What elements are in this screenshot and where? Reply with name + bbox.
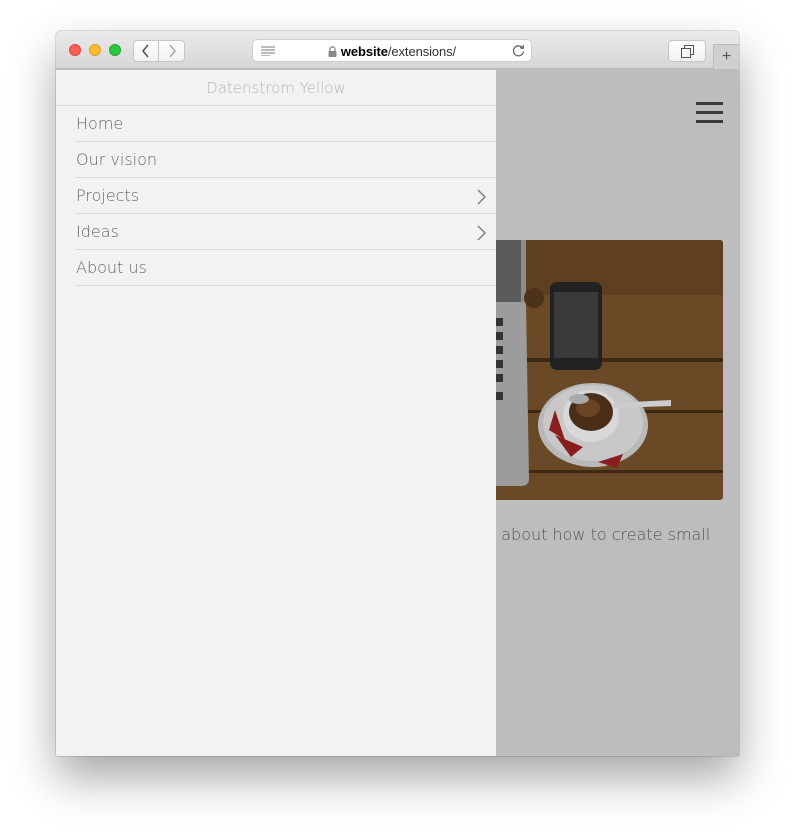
chevron-right-icon [168,44,176,58]
url-text: website/extensions/ [253,44,531,59]
chevron-left-icon [141,44,149,58]
menu-item-our-vision[interactable]: Our vision [76,142,496,178]
close-window-button[interactable] [69,44,81,56]
menu-item-label: Our vision [76,150,158,169]
tabs-overview-button[interactable] [668,40,706,62]
browser-window: website/extensions/ + n about how to cre… [56,31,739,756]
menu-item-home[interactable]: Home [76,106,496,142]
address-bar[interactable]: website/extensions/ [252,39,532,62]
new-tab-button[interactable]: + [713,44,739,69]
hero-image [493,240,723,500]
back-button[interactable] [133,40,159,62]
lock-icon [328,46,337,57]
menu-item-label: Home [76,114,124,133]
reload-icon[interactable] [512,44,525,57]
browser-toolbar: website/extensions/ + [56,31,739,69]
side-menu: Datenstrom Yellow Home Our vision Projec… [56,70,496,756]
menu-item-projects[interactable]: Projects [76,178,496,214]
zoom-window-button[interactable] [109,44,121,56]
url-host: website [340,44,388,59]
minimize-window-button[interactable] [89,44,101,56]
menu-item-ideas[interactable]: Ideas [76,214,496,250]
hamburger-icon[interactable] [696,102,723,123]
url-path: /extensions/ [387,44,457,59]
page-paragraph: n about how to create small [486,525,711,544]
tabs-overview-icon [680,44,694,58]
menu-item-about-us[interactable]: About us [76,250,496,286]
plus-icon: + [721,48,732,65]
chevron-right-icon[interactable] [477,189,486,205]
forward-button[interactable] [159,40,185,62]
menu-list: Home Our vision Projects Ideas About us [76,106,496,286]
menu-item-label: Projects [76,186,140,205]
menu-item-label: About us [76,258,147,277]
site-title[interactable]: Datenstrom Yellow [56,70,496,106]
menu-item-label: Ideas [76,222,119,241]
chevron-right-icon[interactable] [477,225,486,241]
